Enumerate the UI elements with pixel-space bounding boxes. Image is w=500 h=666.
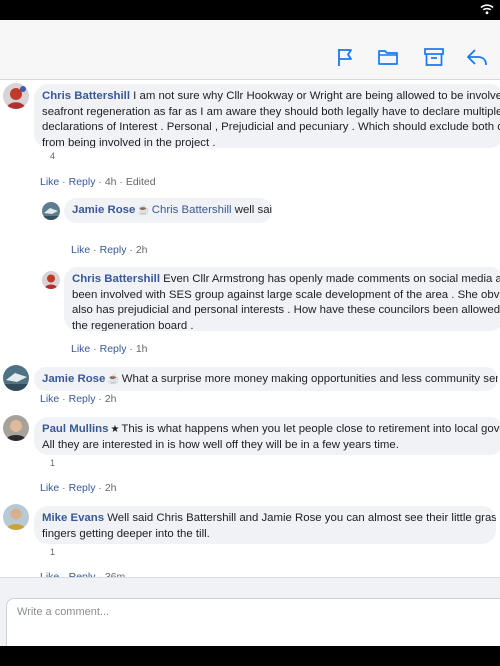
comment-bubble: Paul Mullins ★ This is what happens when y… — [34, 417, 500, 455]
comment-actions: Like · Reply · 2h — [40, 482, 117, 494]
comment-text: been involved with SES group against lar… — [72, 288, 500, 301]
avatar[interactable] — [3, 365, 29, 391]
mention-link[interactable]: Chris Battershill — [152, 204, 232, 216]
reply-button[interactable]: Reply — [69, 393, 96, 405]
comment-text: also has prejudicial and personal intere… — [72, 304, 500, 316]
wifi-icon — [480, 4, 494, 15]
comment-text: well said — [234, 204, 272, 216]
comment-time: 4h — [104, 176, 117, 188]
comment-author[interactable]: Chris Battershill — [72, 273, 160, 285]
avatar[interactable] — [3, 504, 29, 530]
comment-text: What a surprise more money making opport… — [121, 373, 498, 385]
comment-actions: Like · Reply · 1h — [71, 343, 148, 355]
comment-text: This is what happens when you let people… — [121, 423, 500, 435]
comment-bubble: Jamie Rose☕Chris Battershill well said — [64, 198, 272, 223]
avatar[interactable] — [42, 271, 60, 289]
reaction-count[interactable]: 1 — [50, 547, 55, 557]
avatar[interactable] — [42, 202, 60, 220]
avatar[interactable] — [3, 83, 29, 109]
coffee-cup-icon: ☕ — [137, 205, 150, 216]
mail-toolbar — [0, 20, 500, 80]
comment-actions: Like · Reply · 2h — [40, 393, 117, 405]
comment-text: Even Cllr Armstrong has openly made comm… — [163, 273, 500, 285]
reply-icon[interactable] — [466, 46, 488, 68]
comment-text: declarations of Interest . Personal , Pr… — [42, 121, 500, 133]
comment-author[interactable]: Jamie Rose — [72, 204, 135, 216]
reaction-count[interactable]: 1 — [50, 458, 55, 468]
mail-screen: Chris Battershill I am not sure why Cllr… — [0, 20, 500, 646]
comment-text: seafront regeneration as far as I am awa… — [42, 105, 500, 118]
comment-text: the regeneration board . — [72, 319, 194, 332]
email-body: Chris Battershill I am not sure why Cllr… — [0, 80, 500, 583]
comment-text: fingers getting deeper into the till. — [42, 527, 210, 540]
comment-time: 2h — [104, 393, 117, 405]
comment-text: from being involved in the project . — [42, 136, 216, 149]
reply-button[interactable]: Reply — [100, 343, 127, 355]
archive-icon[interactable] — [423, 46, 445, 68]
comment-author[interactable]: Mike Evans — [42, 512, 104, 524]
reaction-count[interactable]: 4 — [50, 151, 55, 161]
edited-label: Edited — [125, 176, 156, 188]
folder-icon[interactable] — [377, 46, 399, 68]
comment-time: 2h — [104, 482, 117, 494]
comment-actions: Like · Reply · 2h — [71, 244, 148, 256]
composer-area: Write a comment... — [0, 577, 500, 646]
comment-time: 2h — [135, 244, 148, 256]
comment-bubble: Jamie Rose ☕ What a surprise more money ma… — [34, 367, 498, 391]
comment-text: All they are interested in is how well o… — [42, 438, 399, 451]
status-bar — [0, 0, 500, 20]
comment-bubble: Chris Battershill Even Cllr Armstrong ha… — [64, 267, 500, 331]
flag-icon[interactable] — [334, 46, 356, 68]
reply-button[interactable]: Reply — [69, 482, 96, 494]
comment-input[interactable]: Write a comment... — [6, 598, 500, 646]
star-icon: ★ — [110, 424, 120, 435]
comment-bubble: Mike Evans Well said Chris Battershill a… — [34, 506, 496, 544]
like-button[interactable]: Like — [40, 393, 59, 405]
comment-text: Well said Chris Battershill and Jamie Ro… — [107, 512, 496, 524]
comment-text: I am not sure why Cllr Hookway or Wright… — [133, 90, 500, 102]
comment-author[interactable]: Jamie Rose — [42, 373, 105, 385]
like-button[interactable]: Like — [40, 176, 59, 188]
like-button[interactable]: Like — [71, 244, 90, 256]
home-indicator-bar — [0, 646, 500, 666]
reply-button[interactable]: Reply — [100, 244, 127, 256]
comment-actions: Like · Reply · 4h · Edited — [40, 176, 156, 188]
comment-author[interactable]: Paul Mullins — [42, 423, 108, 435]
avatar[interactable] — [3, 415, 29, 441]
coffee-cup-icon: ☕ — [107, 374, 120, 385]
comment-bubble: Chris Battershill I am not sure why Cllr… — [34, 84, 500, 148]
like-button[interactable]: Like — [71, 343, 90, 355]
reply-button[interactable]: Reply — [69, 176, 96, 188]
comment-time: 1h — [135, 343, 148, 355]
like-button[interactable]: Like — [40, 482, 59, 494]
comment-author[interactable]: Chris Battershill — [42, 90, 130, 102]
